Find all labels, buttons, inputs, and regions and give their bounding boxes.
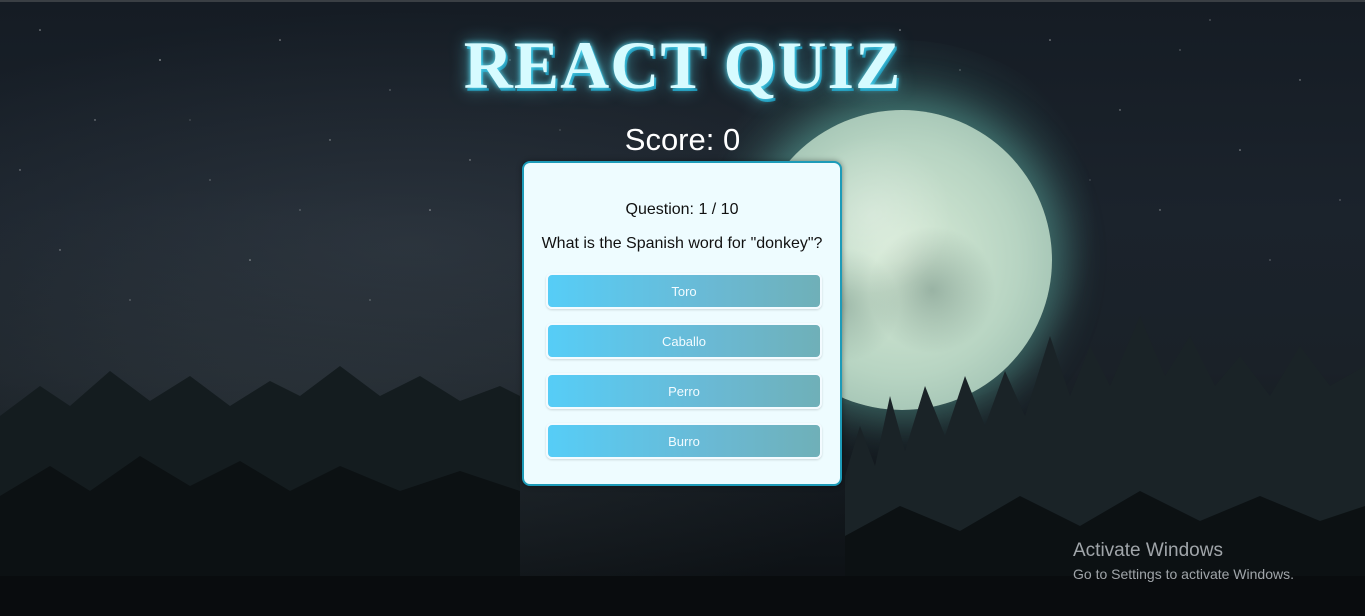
- question-counter: Question: 1 / 10: [625, 201, 739, 218]
- watermark-subtitle: Go to Settings to activate Windows.: [1073, 566, 1294, 582]
- answer-button-burro[interactable]: Burro: [546, 423, 822, 459]
- question-text: What is the Spanish word for "donkey"?: [541, 235, 823, 252]
- answer-button-caballo[interactable]: Caballo: [546, 323, 822, 359]
- quiz-card: Question: 1 / 10 What is the Spanish wor…: [522, 161, 842, 486]
- page-title: REACT QUIZ: [463, 27, 902, 103]
- watermark-title: Activate Windows: [1073, 540, 1223, 561]
- activation-watermark: Activate Windows Go to Settings to activ…: [1073, 540, 1294, 584]
- score-display: Score: 0: [624, 122, 741, 157]
- answer-button-toro[interactable]: Toro: [546, 273, 822, 309]
- answer-button-perro[interactable]: Perro: [546, 373, 822, 409]
